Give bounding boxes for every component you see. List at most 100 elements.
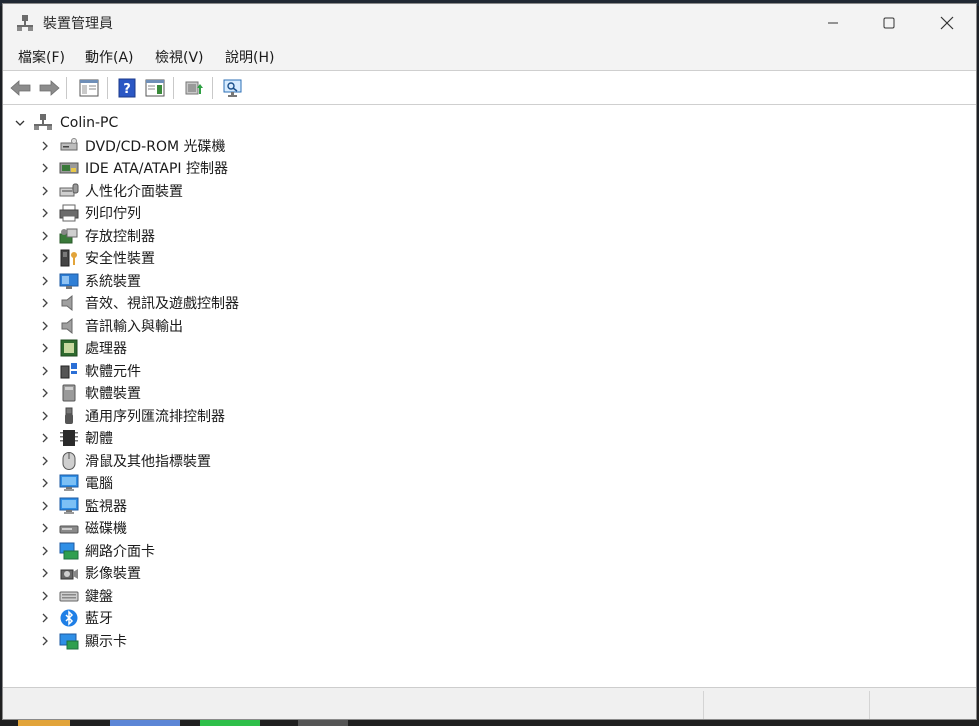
update-driver-icon: [185, 81, 203, 95]
software-component-icon: [60, 362, 77, 378]
chevron-right-icon[interactable]: [39, 207, 51, 219]
tree-item-label: 藍牙: [85, 611, 113, 627]
svg-text:?: ?: [123, 82, 131, 97]
display-adapter-icon: [59, 633, 79, 649]
tree-item-row[interactable]: 滑鼠及其他指標裝置: [3, 450, 976, 472]
toolbar-separator: [173, 77, 174, 99]
menu-file[interactable]: 檔案(F): [18, 47, 65, 67]
console-view-icon: [145, 79, 165, 97]
properties-pane-button[interactable]: [77, 76, 101, 100]
tree-item-label: 鍵盤: [85, 588, 113, 605]
tree-item-row[interactable]: 音效、視訊及遊戲控制器: [3, 292, 976, 314]
chevron-right-icon[interactable]: [39, 342, 51, 354]
status-divider: [869, 691, 870, 719]
chevron-right-icon[interactable]: [39, 477, 51, 489]
tree-item-row[interactable]: 影像裝置: [3, 562, 976, 584]
tree-item-row[interactable]: IDE ATA/ATAPI 控制器: [3, 157, 976, 179]
device-manager-app-icon: [17, 15, 33, 31]
maximize-icon: [883, 17, 895, 28]
computer-network-icon: [34, 114, 52, 130]
storage-controller-icon: [59, 228, 78, 243]
menu-action[interactable]: 動作(A): [85, 47, 134, 67]
tree-item-row[interactable]: 處理器: [3, 337, 976, 359]
update-driver-button[interactable]: [182, 76, 206, 100]
chevron-right-icon[interactable]: [39, 522, 51, 534]
tree-item-row[interactable]: 網路介面卡: [3, 540, 976, 562]
forward-button[interactable]: [37, 76, 61, 100]
tree-item-label: 軟體裝置: [85, 386, 141, 402]
menu-view[interactable]: 檢視(V): [155, 47, 204, 67]
chevron-right-icon[interactable]: [39, 185, 51, 197]
tree-item-row[interactable]: 電腦: [3, 472, 976, 494]
chevron-right-icon[interactable]: [39, 387, 51, 399]
title-bar: 裝置管理員: [3, 4, 976, 41]
tree-item-row[interactable]: 安全性裝置: [3, 247, 976, 269]
chevron-right-icon[interactable]: [39, 432, 51, 444]
chevron-right-icon[interactable]: [39, 635, 51, 647]
tree-item-label: 軟體元件: [85, 363, 141, 380]
scan-hardware-button[interactable]: [221, 76, 245, 100]
tree-item-row[interactable]: 鍵盤: [3, 585, 976, 607]
chevron-right-icon[interactable]: [39, 162, 51, 174]
tree-item-row[interactable]: 存放控制器: [3, 225, 976, 247]
tree-item-label: 通用序列匯流排控制器: [85, 408, 225, 425]
tree-item-row[interactable]: DVD/CD-ROM 光碟機: [3, 135, 976, 157]
tree-item-row[interactable]: 通用序列匯流排控制器: [3, 405, 976, 427]
tree-item-row[interactable]: 軟體裝置: [3, 382, 976, 404]
tree-item-label: 韌體: [85, 431, 113, 447]
device-tree: Colin-PC DVD/CD-ROM 光碟機 IDE ATA/ATAPI 控制器…: [3, 106, 976, 686]
chevron-right-icon[interactable]: [39, 320, 51, 332]
tree-item-row[interactable]: 顯示卡: [3, 630, 976, 652]
tree-item-label: 安全性裝置: [85, 251, 155, 267]
back-button[interactable]: [9, 76, 33, 100]
tree-item-label: IDE ATA/ATAPI 控制器: [85, 161, 229, 177]
tree-item-row[interactable]: 磁碟機: [3, 517, 976, 539]
status-divider: [703, 691, 704, 719]
tree-item-label: 磁碟機: [85, 521, 127, 537]
monitor-icon: [59, 497, 79, 514]
chevron-right-icon[interactable]: [39, 567, 51, 579]
chevron-right-icon[interactable]: [39, 252, 51, 264]
menu-help[interactable]: 說明(H): [225, 47, 274, 67]
console-view-button[interactable]: [143, 76, 167, 100]
tree-item-row[interactable]: 藍牙: [3, 607, 976, 629]
tree-item-label: 音效、視訊及遊戲控制器: [85, 296, 239, 312]
tree-item-row[interactable]: 監視器: [3, 495, 976, 517]
chevron-right-icon[interactable]: [39, 297, 51, 309]
tree-item-label: 音訊輸入與輸出: [85, 318, 183, 335]
chevron-right-icon[interactable]: [39, 612, 51, 624]
tree-item-row[interactable]: 軟體元件: [3, 360, 976, 382]
chevron-right-icon[interactable]: [39, 275, 51, 287]
window-title: 裝置管理員: [43, 16, 113, 32]
tree-item-row[interactable]: 人性化介面裝置: [3, 180, 976, 202]
tree-item-label: DVD/CD-ROM 光碟機: [85, 138, 226, 155]
help-icon: ?: [118, 78, 136, 98]
tree-item-label: 人性化介面裝置: [85, 183, 183, 200]
usb-icon: [65, 407, 73, 424]
chevron-right-icon[interactable]: [39, 410, 51, 422]
chevron-right-icon[interactable]: [39, 365, 51, 377]
chevron-right-icon[interactable]: [39, 230, 51, 242]
close-button[interactable]: [918, 4, 976, 41]
chevron-right-icon[interactable]: [39, 545, 51, 557]
help-button[interactable]: ?: [115, 76, 139, 100]
chevron-down-icon[interactable]: [14, 117, 26, 129]
tree-item-row[interactable]: 音訊輸入與輸出: [3, 315, 976, 337]
tree-item-label: 處理器: [85, 341, 127, 357]
tree-item-row[interactable]: 系統裝置: [3, 270, 976, 292]
scan-hardware-icon: [223, 79, 242, 97]
tree-item-row[interactable]: 列印佇列: [3, 202, 976, 224]
tree-item-label: 滑鼠及其他指標裝置: [85, 453, 211, 470]
tree-root-row[interactable]: Colin-PC: [3, 112, 976, 134]
chevron-right-icon[interactable]: [39, 455, 51, 467]
toolbar-separator: [107, 77, 108, 99]
chevron-right-icon[interactable]: [39, 500, 51, 512]
chevron-right-icon[interactable]: [39, 590, 51, 602]
tree-item-row[interactable]: 韌體: [3, 427, 976, 449]
tree-item-label: 影像裝置: [85, 566, 141, 582]
chevron-right-icon[interactable]: [39, 140, 51, 152]
maximize-button[interactable]: [860, 4, 918, 41]
monitor-icon: [59, 474, 79, 491]
system-device-icon: [59, 273, 79, 289]
minimize-button[interactable]: [804, 4, 862, 41]
